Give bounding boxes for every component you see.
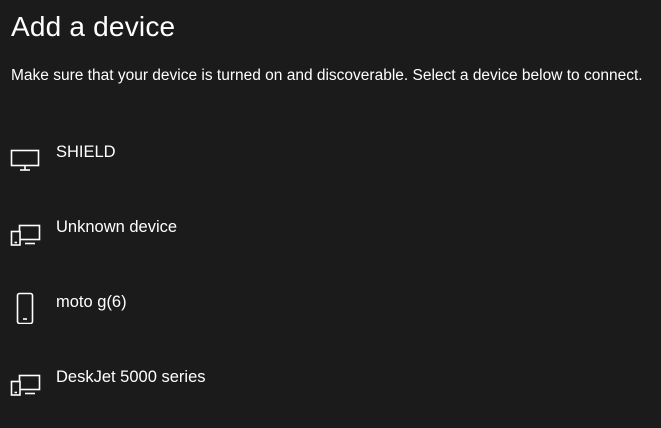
instructions-text: Make sure that your device is turned on … xyxy=(11,67,643,84)
device-item-deskjet-5000-series[interactable]: DeskJet 5000 series xyxy=(0,360,661,420)
device-item-moto-g6[interactable]: moto g(6) xyxy=(0,285,661,345)
device-item-shield[interactable]: SHIELD xyxy=(0,135,661,195)
phone-icon xyxy=(9,290,43,324)
device-item-unknown-device[interactable]: Unknown device xyxy=(0,210,661,270)
devices-icon xyxy=(9,365,43,399)
device-label: moto g(6) xyxy=(56,293,127,311)
devices-icon xyxy=(9,215,43,249)
monitor-icon xyxy=(9,140,43,174)
page-title: Add a device xyxy=(11,11,176,42)
device-label: SHIELD xyxy=(56,143,116,161)
device-label: Unknown device xyxy=(56,218,178,236)
device-label: DeskJet 5000 series xyxy=(56,368,206,386)
